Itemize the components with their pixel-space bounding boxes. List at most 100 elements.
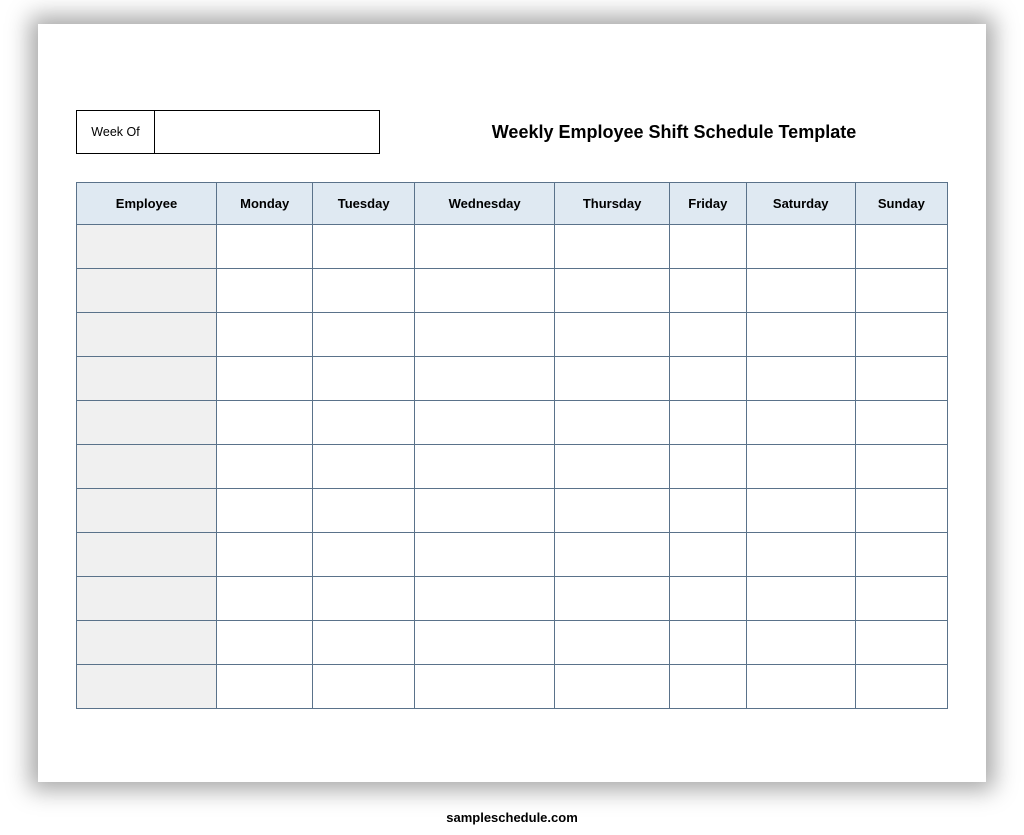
shift-cell — [746, 225, 855, 269]
shift-cell — [746, 665, 855, 709]
shift-cell — [746, 533, 855, 577]
shift-cell — [555, 489, 669, 533]
shift-cell — [313, 489, 415, 533]
table-row — [77, 357, 948, 401]
table-row — [77, 533, 948, 577]
shift-cell — [855, 489, 947, 533]
shift-cell — [555, 357, 669, 401]
employee-cell — [77, 269, 217, 313]
shift-cell — [217, 489, 313, 533]
shift-cell — [555, 445, 669, 489]
header-row: Week Of Weekly Employee Shift Schedule T… — [76, 110, 948, 154]
shift-cell — [669, 269, 746, 313]
employee-cell — [77, 445, 217, 489]
footer-attribution: sampleschedule.com — [0, 810, 1024, 825]
shift-cell — [746, 489, 855, 533]
shift-cell — [414, 445, 554, 489]
shift-cell — [217, 665, 313, 709]
table-row — [77, 269, 948, 313]
shift-cell — [313, 357, 415, 401]
shift-cell — [669, 445, 746, 489]
shift-cell — [855, 665, 947, 709]
shift-cell — [669, 533, 746, 577]
shift-cell — [217, 225, 313, 269]
shift-cell — [555, 533, 669, 577]
shift-cell — [313, 665, 415, 709]
shift-cell — [555, 577, 669, 621]
shift-cell — [217, 401, 313, 445]
shift-cell — [217, 269, 313, 313]
col-tuesday: Tuesday — [313, 183, 415, 225]
shift-cell — [313, 313, 415, 357]
document-page: Week Of Weekly Employee Shift Schedule T… — [38, 24, 986, 782]
shift-cell — [313, 577, 415, 621]
employee-cell — [77, 621, 217, 665]
table-row — [77, 665, 948, 709]
shift-cell — [414, 313, 554, 357]
shift-cell — [414, 401, 554, 445]
col-employee: Employee — [77, 183, 217, 225]
shift-cell — [855, 577, 947, 621]
shift-cell — [414, 577, 554, 621]
employee-cell — [77, 225, 217, 269]
table-row — [77, 577, 948, 621]
shift-cell — [669, 665, 746, 709]
shift-cell — [746, 577, 855, 621]
shift-cell — [555, 665, 669, 709]
shift-cell — [855, 225, 947, 269]
shift-cell — [414, 665, 554, 709]
shift-cell — [313, 269, 415, 313]
table-row — [77, 401, 948, 445]
shift-cell — [555, 225, 669, 269]
employee-cell — [77, 401, 217, 445]
shift-cell — [414, 489, 554, 533]
shift-cell — [313, 621, 415, 665]
shift-cell — [555, 401, 669, 445]
shift-cell — [217, 357, 313, 401]
shift-cell — [414, 621, 554, 665]
employee-cell — [77, 533, 217, 577]
shift-cell — [414, 269, 554, 313]
shift-cell — [669, 225, 746, 269]
table-row — [77, 621, 948, 665]
shift-cell — [746, 401, 855, 445]
table-row — [77, 489, 948, 533]
shift-cell — [855, 533, 947, 577]
col-saturday: Saturday — [746, 183, 855, 225]
week-of-value — [155, 111, 379, 153]
col-friday: Friday — [669, 183, 746, 225]
shift-cell — [555, 313, 669, 357]
employee-cell — [77, 357, 217, 401]
shift-cell — [217, 621, 313, 665]
shift-cell — [669, 401, 746, 445]
week-of-box: Week Of — [76, 110, 380, 154]
shift-cell — [746, 445, 855, 489]
shift-cell — [855, 621, 947, 665]
shift-cell — [855, 401, 947, 445]
shift-cell — [669, 357, 746, 401]
shift-cell — [746, 621, 855, 665]
shift-cell — [746, 313, 855, 357]
shift-cell — [414, 225, 554, 269]
col-sunday: Sunday — [855, 183, 947, 225]
shift-cell — [414, 357, 554, 401]
col-wednesday: Wednesday — [414, 183, 554, 225]
shift-cell — [313, 401, 415, 445]
shift-cell — [669, 489, 746, 533]
shift-cell — [855, 269, 947, 313]
table-row — [77, 445, 948, 489]
shift-cell — [217, 533, 313, 577]
table-header-row: Employee Monday Tuesday Wednesday Thursd… — [77, 183, 948, 225]
table-row — [77, 225, 948, 269]
shift-cell — [217, 577, 313, 621]
shift-cell — [855, 313, 947, 357]
shift-cell — [313, 225, 415, 269]
employee-cell — [77, 489, 217, 533]
shift-cell — [855, 357, 947, 401]
shift-cell — [313, 445, 415, 489]
document-title: Weekly Employee Shift Schedule Template — [380, 122, 948, 143]
employee-cell — [77, 577, 217, 621]
shift-cell — [313, 533, 415, 577]
shift-cell — [669, 577, 746, 621]
col-thursday: Thursday — [555, 183, 669, 225]
